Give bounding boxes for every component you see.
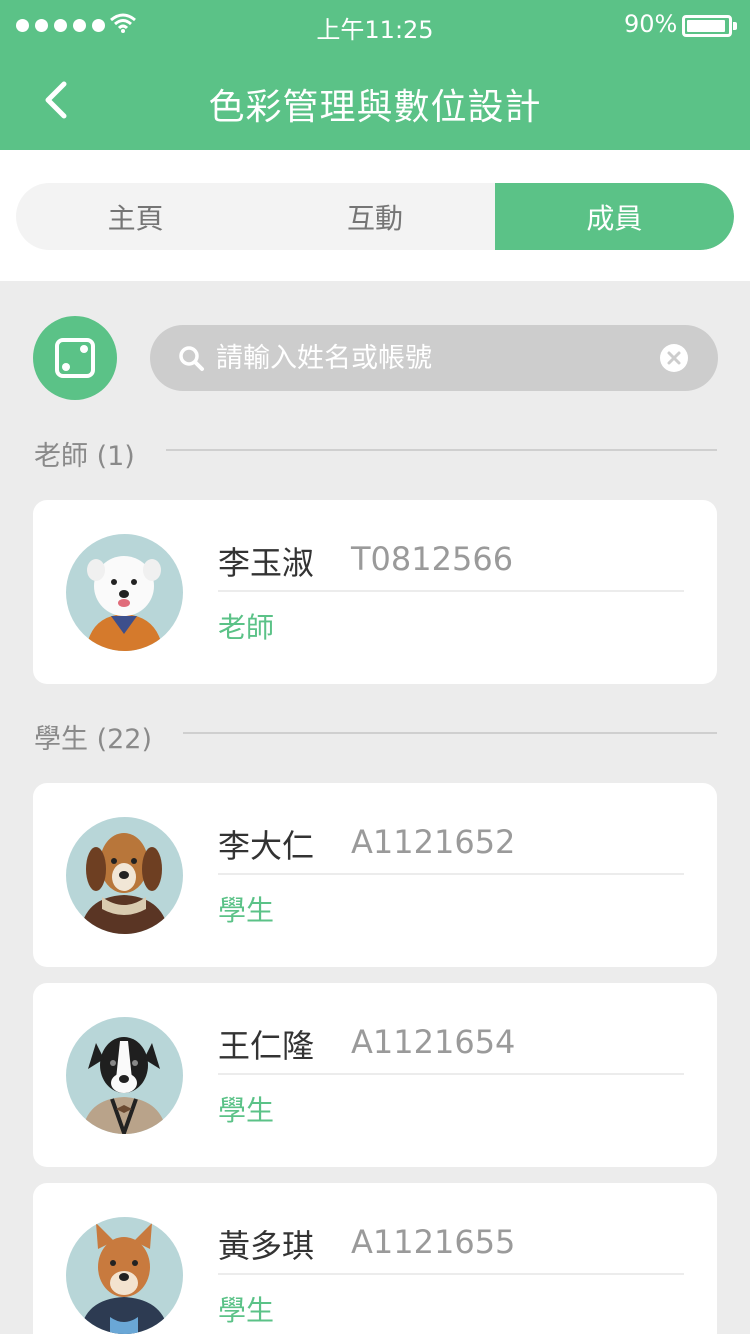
dog-avatar-beagle-icon <box>80 833 169 934</box>
section-divider <box>183 732 717 734</box>
search-bar <box>150 325 718 391</box>
card-divider <box>218 590 684 592</box>
member-name: 李玉淑 <box>218 544 315 582</box>
status-bar: 上午11:25 90% <box>0 0 750 50</box>
close-icon <box>667 351 681 365</box>
dog-avatar-white-icon <box>86 556 163 651</box>
member-role: 學生 <box>218 1094 275 1127</box>
avatar <box>66 817 183 934</box>
member-card[interactable]: 王仁隆 A1121654 學生 <box>33 983 717 1167</box>
member-name: 黃多琪 <box>218 1227 315 1265</box>
battery-icon <box>682 15 737 37</box>
member-name: 李大仁 <box>218 827 315 865</box>
avatar <box>66 1217 183 1334</box>
member-name: 王仁隆 <box>218 1027 315 1065</box>
page-title: 色彩管理與數位設計 <box>208 87 542 128</box>
member-id: A1121654 <box>351 1023 516 1061</box>
tab-members[interactable]: 成員 <box>494 183 734 250</box>
tab-home[interactable]: 主頁 <box>16 183 255 250</box>
dice-icon <box>55 338 95 378</box>
search-input[interactable] <box>216 325 656 391</box>
search-icon <box>179 346 204 371</box>
member-id: A1121652 <box>351 823 516 861</box>
battery-percent: 90% <box>624 10 678 38</box>
card-divider <box>218 1073 684 1075</box>
avatar <box>66 534 183 651</box>
member-role: 學生 <box>218 1294 275 1327</box>
card-divider <box>218 873 684 875</box>
member-id: A1121655 <box>351 1223 516 1261</box>
dog-avatar-bw-icon <box>82 1037 167 1134</box>
member-card[interactable]: 黃多琪 A1121655 學生 <box>33 1183 717 1334</box>
tab-interaction[interactable]: 互動 <box>255 183 494 250</box>
segmented-tabs: 主頁 互動 成員 <box>16 183 734 250</box>
dog-avatar-shiba-icon <box>80 1223 169 1334</box>
member-role: 老師 <box>218 611 275 644</box>
section-divider <box>166 449 717 451</box>
member-card[interactable]: 李大仁 A1121652 學生 <box>33 783 717 967</box>
random-pick-button[interactable] <box>33 316 117 400</box>
students-section-heading: 學生 (22) <box>34 724 153 755</box>
member-id: T0812566 <box>351 540 514 578</box>
clear-search-button[interactable] <box>660 344 688 372</box>
tab-bar-container: 主頁 互動 成員 <box>0 150 750 281</box>
member-role: 學生 <box>218 894 275 927</box>
member-card[interactable]: 李玉淑 T0812566 老師 <box>33 500 717 684</box>
teachers-section-heading: 老師 (1) <box>34 441 135 472</box>
card-divider <box>218 1273 684 1275</box>
top-bar: 上午11:25 90% 色彩管理與數位設計 <box>0 0 750 150</box>
avatar <box>66 1017 183 1134</box>
